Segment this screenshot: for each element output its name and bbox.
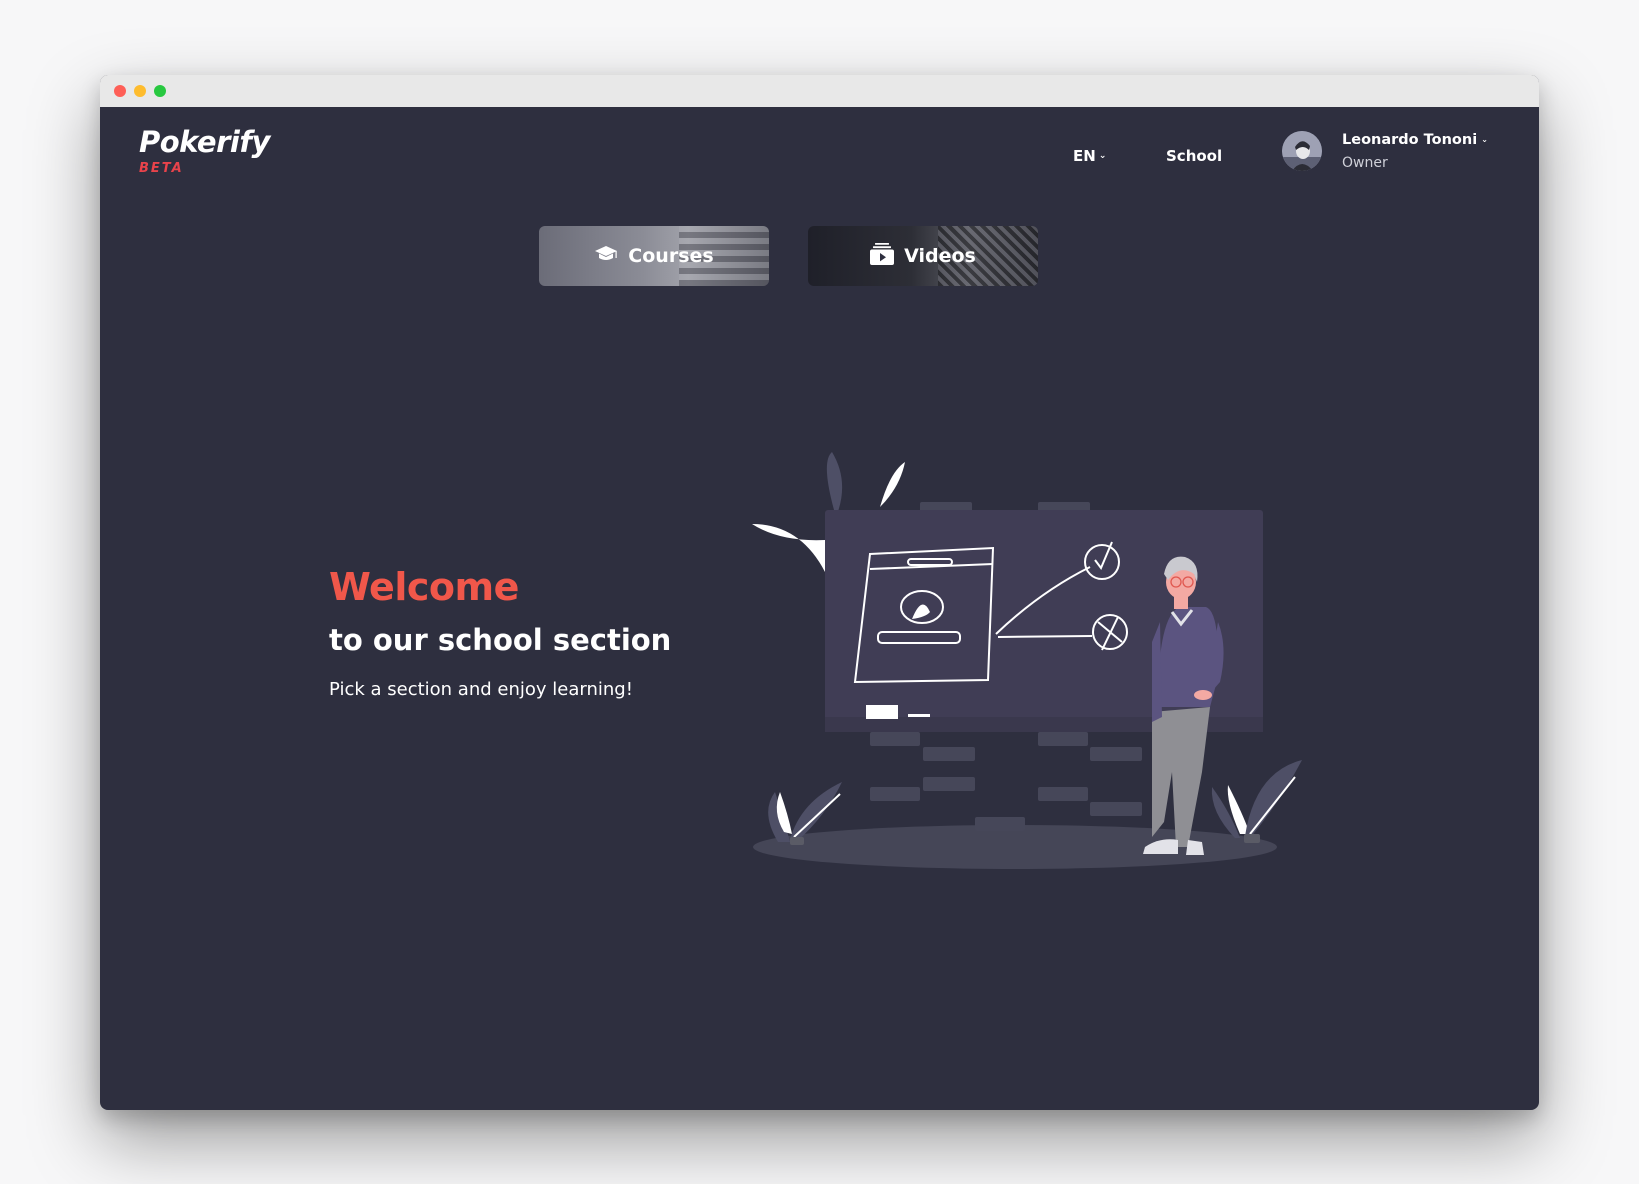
chevron-down-icon: ⌄	[1098, 151, 1107, 161]
title-bar	[100, 75, 1539, 107]
user-info: Leonardo Tononi ⌄ Owner	[1342, 132, 1488, 171]
graduation-cap-icon	[594, 245, 618, 268]
welcome-title: Welcome	[329, 565, 519, 609]
close-window-button[interactable]	[114, 85, 126, 97]
logo-name: Pokerify	[139, 125, 270, 159]
beta-badge: BETA	[139, 161, 184, 176]
chevron-down-icon: ⌄	[1481, 135, 1488, 144]
courses-label: Courses	[628, 245, 714, 267]
user-menu[interactable]: Leonardo Tononi ⌄ Owner	[1282, 131, 1488, 171]
nav-link-school[interactable]: School	[1166, 147, 1222, 165]
videos-button[interactable]: Videos	[808, 226, 1038, 286]
language-label: EN	[1073, 147, 1096, 165]
logo[interactable]: Pokerify BETA	[139, 125, 270, 176]
user-name: Leonardo Tononi	[1342, 131, 1478, 148]
minimize-window-button[interactable]	[134, 85, 146, 97]
video-library-icon	[870, 242, 895, 270]
hero-text: Welcome to our school section Pick a sec…	[329, 565, 671, 700]
welcome-subtitle: to our school section	[329, 623, 672, 657]
user-role: Owner	[1342, 154, 1388, 171]
teacher-illustration	[740, 442, 1320, 876]
app-content: Pokerify BETA EN ⌄ School Leonardo Tonon…	[100, 107, 1539, 1110]
welcome-description: Pick a section and enjoy learning!	[329, 679, 633, 700]
avatar	[1282, 131, 1322, 171]
videos-label: Videos	[904, 245, 976, 267]
courses-button[interactable]: Courses	[539, 226, 769, 286]
browser-window: Pokerify BETA EN ⌄ School Leonardo Tonon…	[100, 75, 1539, 1110]
language-selector[interactable]: EN ⌄	[1073, 147, 1106, 165]
maximize-window-button[interactable]	[154, 85, 166, 97]
